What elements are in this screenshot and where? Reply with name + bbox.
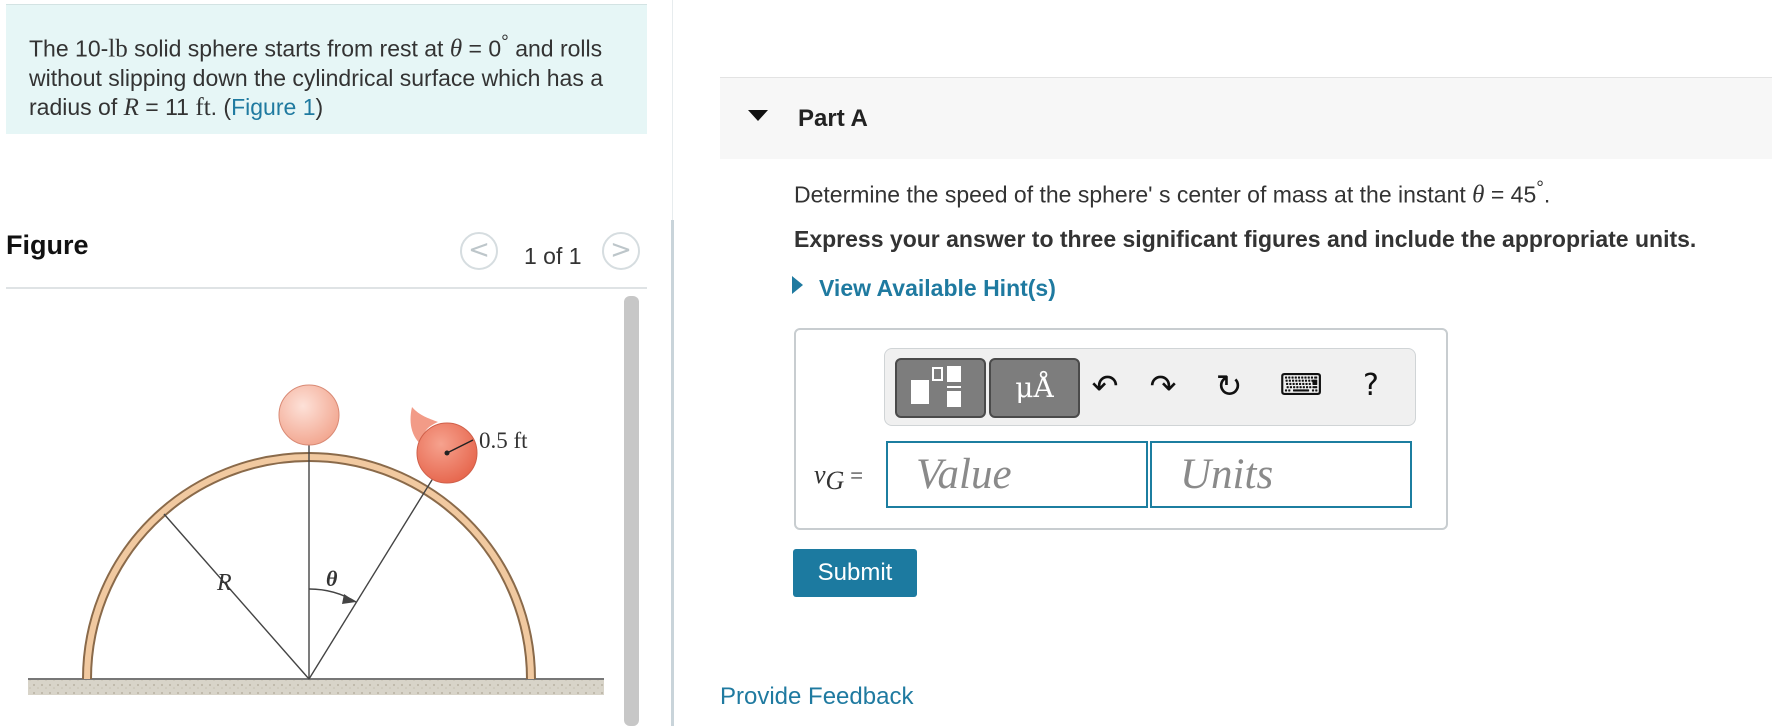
problem-text: The 10- — [29, 35, 109, 62]
problem-text: . ( — [210, 93, 232, 120]
instruction-text: Express your answer to three significant… — [794, 226, 1697, 252]
pane-divider — [672, 0, 673, 220]
fraction-template-icon — [911, 366, 961, 407]
hints-label: View Available Hint(s) — [819, 275, 1056, 301]
problem-text: = 0 — [462, 35, 502, 62]
problem-text: radius of — [29, 93, 124, 120]
keyboard-icon[interactable]: ⌨ — [1279, 363, 1323, 409]
sphere-moving — [410, 407, 478, 484]
reset-icon[interactable]: ↻ — [1207, 363, 1251, 409]
problem-text: ) — [315, 93, 324, 120]
templates-button[interactable] — [895, 358, 986, 418]
view-hints-link[interactable]: View Available Hint(s) — [792, 275, 1056, 302]
collapse-caret-icon[interactable] — [748, 110, 768, 121]
prev-figure-button[interactable]: < — [460, 232, 498, 270]
sphere-radius-label: 0.5 ft — [479, 428, 528, 453]
figure-image: 0.5 ft R θ — [28, 384, 604, 695]
radius-symbol: R — [123, 93, 139, 121]
question-segment: . — [1543, 181, 1551, 208]
submit-button[interactable]: Submit — [793, 549, 917, 597]
figure-link[interactable]: Figure 1 — [231, 94, 315, 120]
figure-divider — [6, 287, 647, 289]
question-text: Determine the speed of the sphere' s cen… — [794, 178, 1550, 210]
answer-equals: = — [844, 463, 864, 488]
theta-arrow — [342, 594, 356, 604]
expand-triangle-icon — [792, 276, 803, 294]
question-segment: = 45 — [1484, 181, 1537, 208]
value-input[interactable] — [886, 441, 1148, 508]
question-segment: Determine the speed of the sphere' s cen… — [794, 181, 1473, 208]
problem-statement: The 10-lb solid sphere starts from rest … — [6, 4, 647, 134]
math-toolbar: μÅ ↶ ↷ ↻ ⌨ ? — [884, 348, 1416, 426]
problem-text: and rolls — [508, 35, 603, 62]
problem-text: solid sphere starts from rest at — [127, 35, 450, 62]
sphere-start — [278, 384, 340, 446]
radius-label: R — [216, 570, 232, 596]
problem-text: = 11 — [138, 93, 196, 120]
provide-feedback-link[interactable]: Provide Feedback — [720, 683, 913, 711]
question-theta: θ — [1472, 181, 1485, 209]
next-figure-button[interactable]: > — [602, 232, 640, 270]
redo-icon[interactable]: ↷ — [1141, 363, 1185, 409]
units-button[interactable]: μÅ — [989, 358, 1080, 418]
part-title: Part A — [798, 105, 868, 132]
unit-lb: lb — [108, 35, 128, 63]
pane-divider-resize[interactable] — [671, 220, 674, 726]
answer-symbol: v — [814, 460, 826, 489]
question-degree: ° — [1536, 178, 1544, 199]
unit-ft: ft — [195, 93, 211, 121]
help-icon[interactable]: ? — [1349, 363, 1393, 409]
answer-label: vG = — [814, 460, 863, 496]
undo-icon[interactable]: ↶ — [1083, 363, 1127, 409]
problem-text: without slipping down the cylindrical su… — [29, 65, 604, 92]
ground-surface — [28, 678, 604, 695]
degree-symbol: ° — [501, 32, 509, 53]
part-a-header[interactable]: Part A — [720, 77, 1772, 159]
figure-title: Figure — [6, 230, 89, 260]
figure-scrollbar[interactable] — [624, 296, 639, 726]
units-input[interactable] — [1150, 441, 1412, 508]
figure-counter: 1 of 1 — [524, 243, 582, 269]
theta-symbol: θ — [449, 35, 463, 63]
theta-label: θ — [326, 566, 338, 591]
answer-subscript: G — [825, 465, 845, 495]
